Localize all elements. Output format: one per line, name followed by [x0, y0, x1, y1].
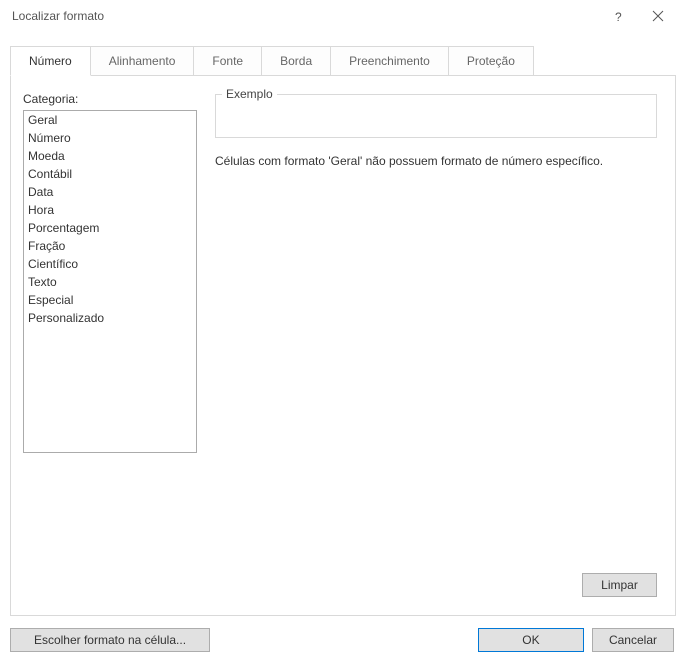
close-button[interactable] — [638, 2, 678, 30]
tab-number[interactable]: Número — [10, 46, 91, 76]
list-item[interactable]: Moeda — [24, 147, 196, 165]
cancel-button[interactable]: Cancelar — [592, 628, 674, 652]
list-item[interactable]: Data — [24, 183, 196, 201]
button-label: Escolher formato na célula... — [34, 633, 186, 647]
tab-fill[interactable]: Preenchimento — [330, 46, 449, 75]
tab-protection[interactable]: Proteção — [448, 46, 534, 75]
window-title: Localizar formato — [12, 9, 598, 23]
tab-label: Borda — [280, 54, 312, 68]
tab-border[interactable]: Borda — [261, 46, 331, 75]
help-button[interactable]: ? — [598, 2, 638, 30]
dialog-footer: Escolher formato na célula... OK Cancela… — [0, 616, 686, 666]
choose-format-button[interactable]: Escolher formato na célula... — [10, 628, 210, 652]
list-item[interactable]: Geral — [24, 111, 196, 129]
category-label: Categoria: — [23, 92, 197, 106]
svg-text:?: ? — [615, 10, 622, 23]
list-item[interactable]: Personalizado — [24, 309, 196, 327]
example-legend: Exemplo — [222, 87, 277, 101]
list-item[interactable]: Número — [24, 129, 196, 147]
list-item[interactable]: Contábil — [24, 165, 196, 183]
titlebar: Localizar formato ? — [0, 0, 686, 32]
list-item[interactable]: Fração — [24, 237, 196, 255]
button-label: OK — [522, 633, 539, 647]
dialog-window: Localizar formato ? Número Alinhamento F… — [0, 0, 686, 666]
button-label: Limpar — [601, 578, 638, 592]
tab-label: Preenchimento — [349, 54, 430, 68]
list-item[interactable]: Hora — [24, 201, 196, 219]
description-text: Células com formato 'Geral' não possuem … — [215, 154, 657, 168]
tab-font[interactable]: Fonte — [193, 46, 262, 75]
tab-label: Fonte — [212, 54, 243, 68]
clear-button[interactable]: Limpar — [582, 573, 657, 597]
list-item[interactable]: Porcentagem — [24, 219, 196, 237]
category-listbox[interactable]: Geral Número Moeda Contábil Data Hora Po… — [23, 110, 197, 453]
tab-label: Número — [29, 54, 72, 68]
tab-strip: Número Alinhamento Fonte Borda Preenchim… — [10, 46, 686, 75]
ok-button[interactable]: OK — [478, 628, 584, 652]
list-item[interactable]: Científico — [24, 255, 196, 273]
tab-alignment[interactable]: Alinhamento — [90, 46, 195, 75]
tab-label: Proteção — [467, 54, 515, 68]
list-item[interactable]: Texto — [24, 273, 196, 291]
tab-panel: Categoria: Geral Número Moeda Contábil D… — [10, 75, 676, 616]
tab-label: Alinhamento — [109, 54, 176, 68]
list-item[interactable]: Especial — [24, 291, 196, 309]
button-label: Cancelar — [609, 633, 657, 647]
example-fieldset: Exemplo — [215, 94, 657, 138]
